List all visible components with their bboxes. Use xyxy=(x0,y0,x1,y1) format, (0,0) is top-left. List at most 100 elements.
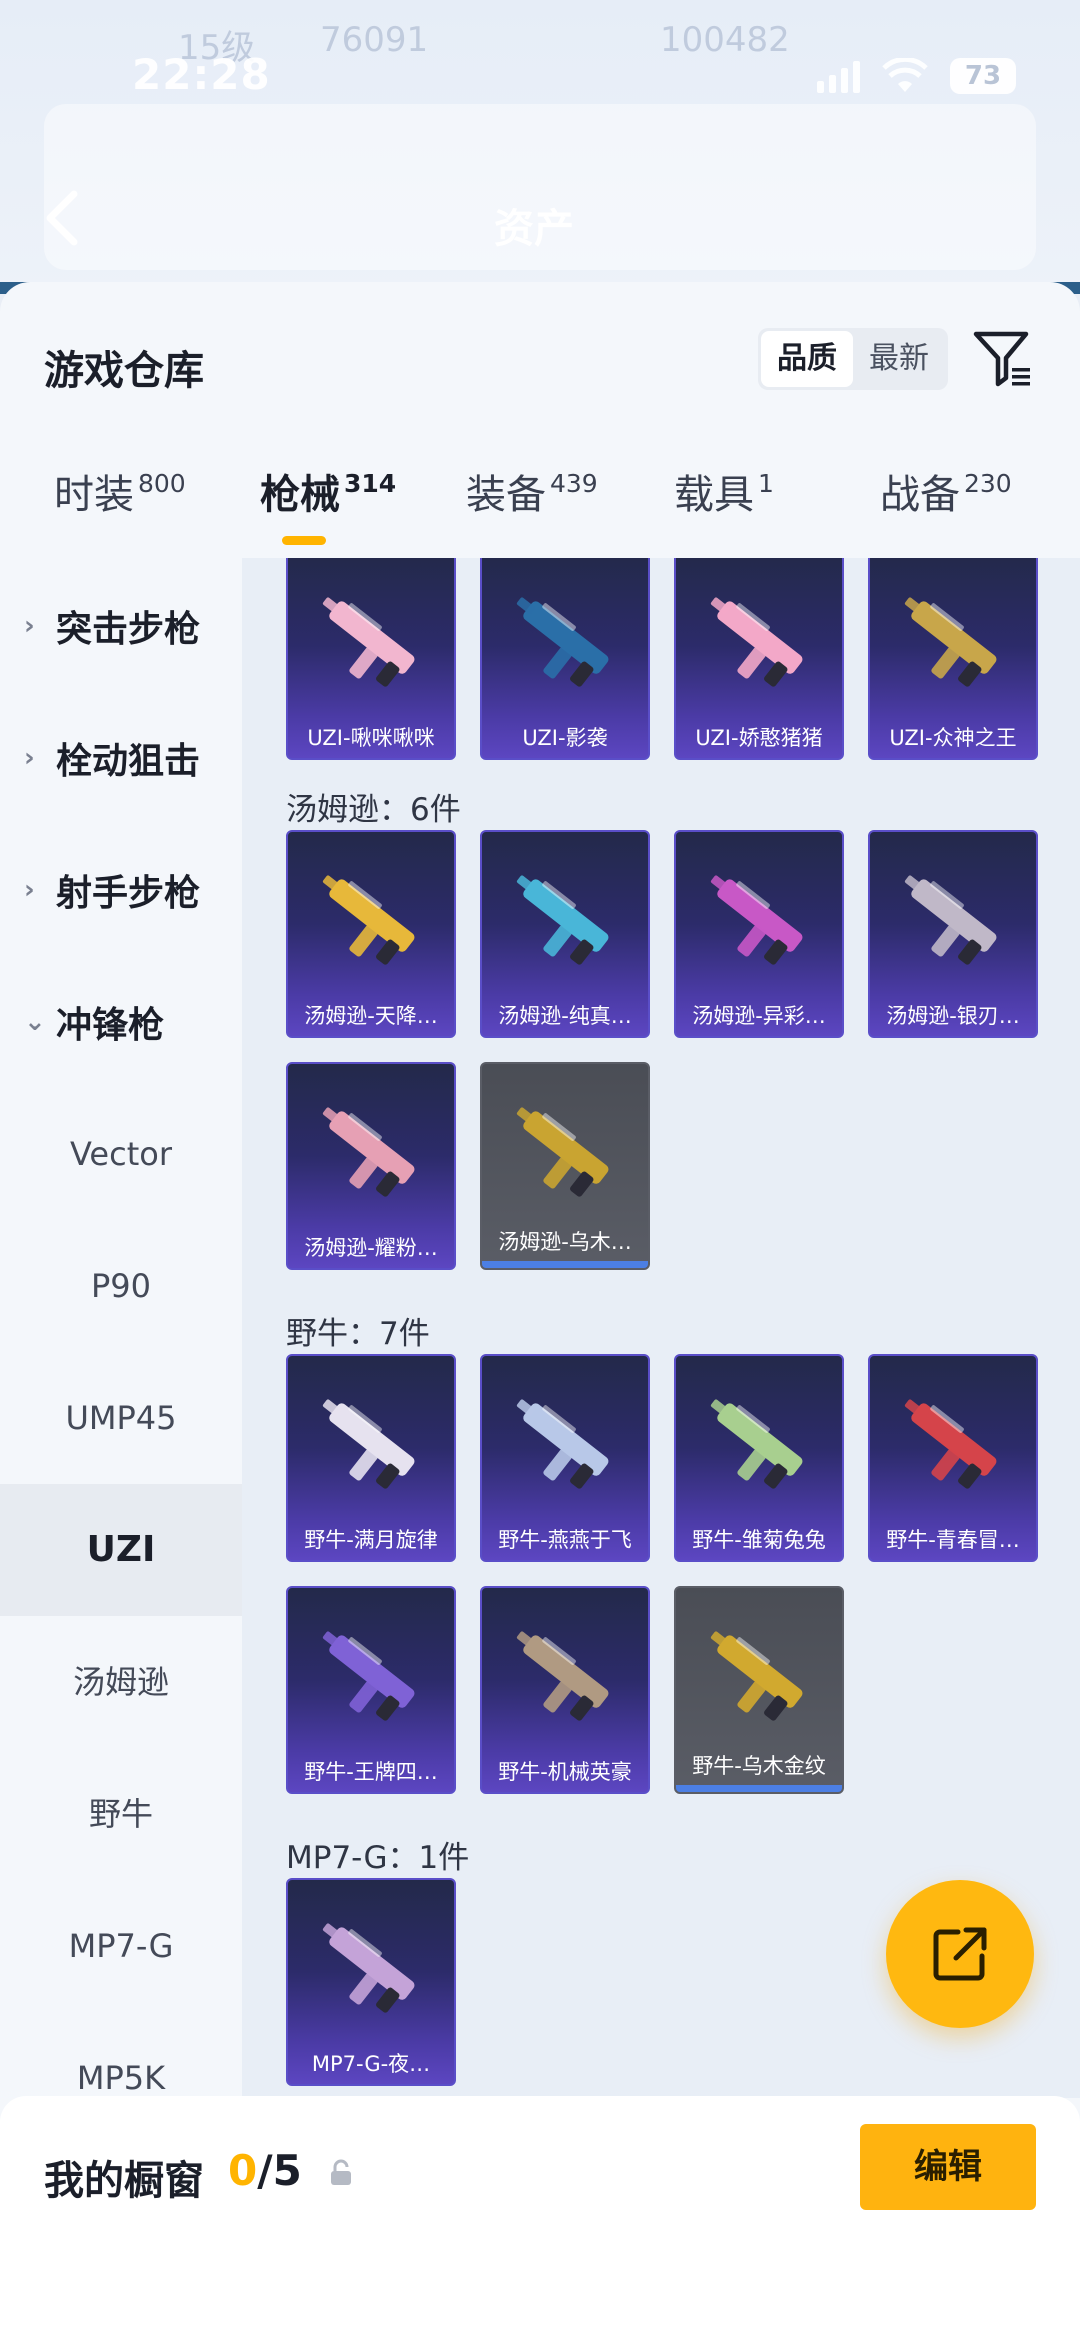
item-card[interactable]: 野牛-燕燕于飞 xyxy=(480,1354,650,1562)
sidebar-cat-bolt-sniper[interactable]: › 栓动狙击 xyxy=(0,692,242,824)
tab-equipment[interactable]: 装备 439 xyxy=(466,462,598,520)
item-card-label: 汤姆逊-纯真… xyxy=(498,1004,632,1028)
tab-vehicles[interactable]: 载具 1 xyxy=(674,462,774,520)
weapon-sidebar: › 突击步枪 › 栓动狙击 › 射手步枪 ⌄ 冲锋枪 Vector P90 UMP45 … xyxy=(0,560,242,2097)
item-card[interactable]: 汤姆逊-纯真… xyxy=(480,830,650,1038)
gun-skin-icon xyxy=(516,875,609,965)
sidebar-item-bizon[interactable]: 野牛 xyxy=(0,1748,242,1880)
gun-skin-icon xyxy=(710,597,803,687)
page-title: 资产 xyxy=(494,206,574,252)
back-arrow-icon[interactable] xyxy=(40,188,88,248)
share-icon xyxy=(933,1927,987,1981)
item-card-label: 野牛-乌木金纹 xyxy=(692,1754,826,1778)
sidebar-item-p90[interactable]: P90 xyxy=(0,1220,242,1352)
gun-skin-icon xyxy=(322,597,415,687)
item-card[interactable]: 野牛-青春冒… xyxy=(868,1354,1038,1562)
chevron-right-icon: › xyxy=(24,875,35,905)
item-card[interactable]: 汤姆逊-乌木… xyxy=(480,1062,650,1270)
item-card-label: 野牛-王牌四… xyxy=(304,1760,438,1784)
sort-toggle: 品质 最新 xyxy=(758,328,948,390)
chevron-down-icon: ⌄ xyxy=(24,1007,46,1037)
showcase-count: 0/5 xyxy=(228,2146,302,2195)
gun-skin-icon xyxy=(322,1631,415,1721)
item-card-label: 野牛-雏菊兔兔 xyxy=(692,1528,826,1552)
header-coins-text: 76091 xyxy=(320,20,429,60)
item-card-label: 汤姆逊-耀粉… xyxy=(304,1236,438,1260)
lock-icon xyxy=(331,2159,351,2185)
item-card[interactable]: 野牛-雏菊兔兔 xyxy=(674,1354,844,1562)
sidebar-item-vector[interactable]: Vector xyxy=(0,1088,242,1220)
sidebar-item-uzi[interactable]: UZI xyxy=(0,1484,242,1616)
filter-icon[interactable] xyxy=(972,328,1034,390)
tab-guns[interactable]: 枪械 314 xyxy=(260,462,396,520)
item-card[interactable]: 野牛-乌木金纹 xyxy=(674,1586,844,1794)
battery-icon: 73 xyxy=(950,58,1016,94)
item-card-label: UZI-影袭 xyxy=(522,726,608,750)
gun-skin-icon xyxy=(710,875,803,965)
item-card[interactable]: UZI-啾咪啾咪 xyxy=(286,558,456,760)
gun-skin-icon xyxy=(516,1399,609,1489)
sidebar-item-ump45[interactable]: UMP45 xyxy=(0,1352,242,1484)
item-card[interactable]: 汤姆逊-天降… xyxy=(286,830,456,1038)
group-header-bizon: 野牛：7件 xyxy=(286,1316,430,1352)
showcase-bar: 我的橱窗 0/5 编辑 xyxy=(0,2096,1080,2341)
gun-skin-icon xyxy=(322,1399,415,1489)
sidebar-cat-smg[interactable]: ⌄ 冲锋枪 xyxy=(0,956,242,1088)
gun-skin-icon xyxy=(516,1631,609,1721)
tab-fashion[interactable]: 时装 800 xyxy=(54,462,186,520)
active-tab-indicator xyxy=(282,536,326,545)
sidebar-item-thompson[interactable]: 汤姆逊 xyxy=(0,1616,242,1748)
item-card-label: UZI-娇憨猪猪 xyxy=(695,726,823,750)
item-card[interactable]: UZI-影袭 xyxy=(480,558,650,760)
chevron-right-icon: › xyxy=(24,611,35,641)
item-card[interactable]: 野牛-满月旋律 xyxy=(286,1354,456,1562)
showcase-title: 我的橱窗 xyxy=(44,2158,204,2204)
gun-skin-icon xyxy=(322,875,415,965)
wifi-icon xyxy=(882,58,928,92)
status-icons: 73 xyxy=(817,58,1016,94)
gun-skin-icon xyxy=(904,1399,997,1489)
header-points-text: 100482 xyxy=(660,20,790,60)
sort-quality-button[interactable]: 品质 xyxy=(761,331,853,387)
gun-skin-icon xyxy=(904,875,997,965)
item-card[interactable]: MP7-G-夜… xyxy=(286,1878,456,2086)
tab-supplies[interactable]: 战备 230 xyxy=(880,462,1012,520)
gun-skin-icon xyxy=(516,597,609,687)
item-grid: 汤姆逊：6件 野牛：7件 MP7-G：1件 UZI-啾咪啾咪 UZI-影袭 UZI-… xyxy=(242,558,1080,2098)
sidebar-cat-marksman[interactable]: › 射手步枪 xyxy=(0,824,242,956)
item-card[interactable]: 汤姆逊-银刃… xyxy=(868,830,1038,1038)
chevron-right-icon: › xyxy=(24,743,35,773)
item-card-label: 野牛-满月旋律 xyxy=(304,1528,438,1552)
group-header-thompson: 汤姆逊：6件 xyxy=(286,792,461,828)
signal-icon xyxy=(817,59,860,93)
share-button[interactable] xyxy=(886,1880,1034,2028)
item-card-label: 野牛-青春冒… xyxy=(886,1528,1020,1552)
group-header-mp7g: MP7-G：1件 xyxy=(286,1840,470,1876)
item-card-label: 汤姆逊-银刃… xyxy=(886,1004,1020,1028)
item-card[interactable]: 汤姆逊-耀粉… xyxy=(286,1062,456,1270)
gun-skin-icon xyxy=(322,1107,415,1197)
item-card-label: UZI-啾咪啾咪 xyxy=(307,726,435,750)
gun-skin-icon xyxy=(516,1107,609,1197)
sidebar-cat-assault-rifle[interactable]: › 突击步枪 xyxy=(0,560,242,692)
gun-skin-icon xyxy=(710,1631,803,1721)
item-card-label: 汤姆逊-乌木… xyxy=(498,1230,632,1254)
item-card[interactable]: 野牛-王牌四… xyxy=(286,1586,456,1794)
status-time: 22:28 xyxy=(132,50,271,99)
gun-skin-icon xyxy=(904,597,997,687)
edit-button[interactable]: 编辑 xyxy=(860,2124,1036,2210)
gun-skin-icon xyxy=(322,1923,415,2013)
item-card[interactable]: 汤姆逊-异彩… xyxy=(674,830,844,1038)
item-card-label: 野牛-机械英豪 xyxy=(498,1760,632,1784)
item-card[interactable]: UZI-众神之王 xyxy=(868,558,1038,760)
sort-newest-button[interactable]: 最新 xyxy=(853,331,945,387)
category-tabs: 时装 800 枪械 314 装备 439 载具 1 战备 230 xyxy=(0,462,1080,562)
item-card-label: 汤姆逊-异彩… xyxy=(692,1004,826,1028)
item-card-label: 汤姆逊-天降… xyxy=(304,1004,438,1028)
sidebar-item-mp7g[interactable]: MP7-G xyxy=(0,1880,242,2012)
item-card[interactable]: 野牛-机械英豪 xyxy=(480,1586,650,1794)
item-card-label: 野牛-燕燕于飞 xyxy=(498,1528,632,1552)
item-card-label: MP7-G-夜… xyxy=(311,2052,431,2076)
item-card-label: UZI-众神之王 xyxy=(889,726,1017,750)
item-card[interactable]: UZI-娇憨猪猪 xyxy=(674,558,844,760)
